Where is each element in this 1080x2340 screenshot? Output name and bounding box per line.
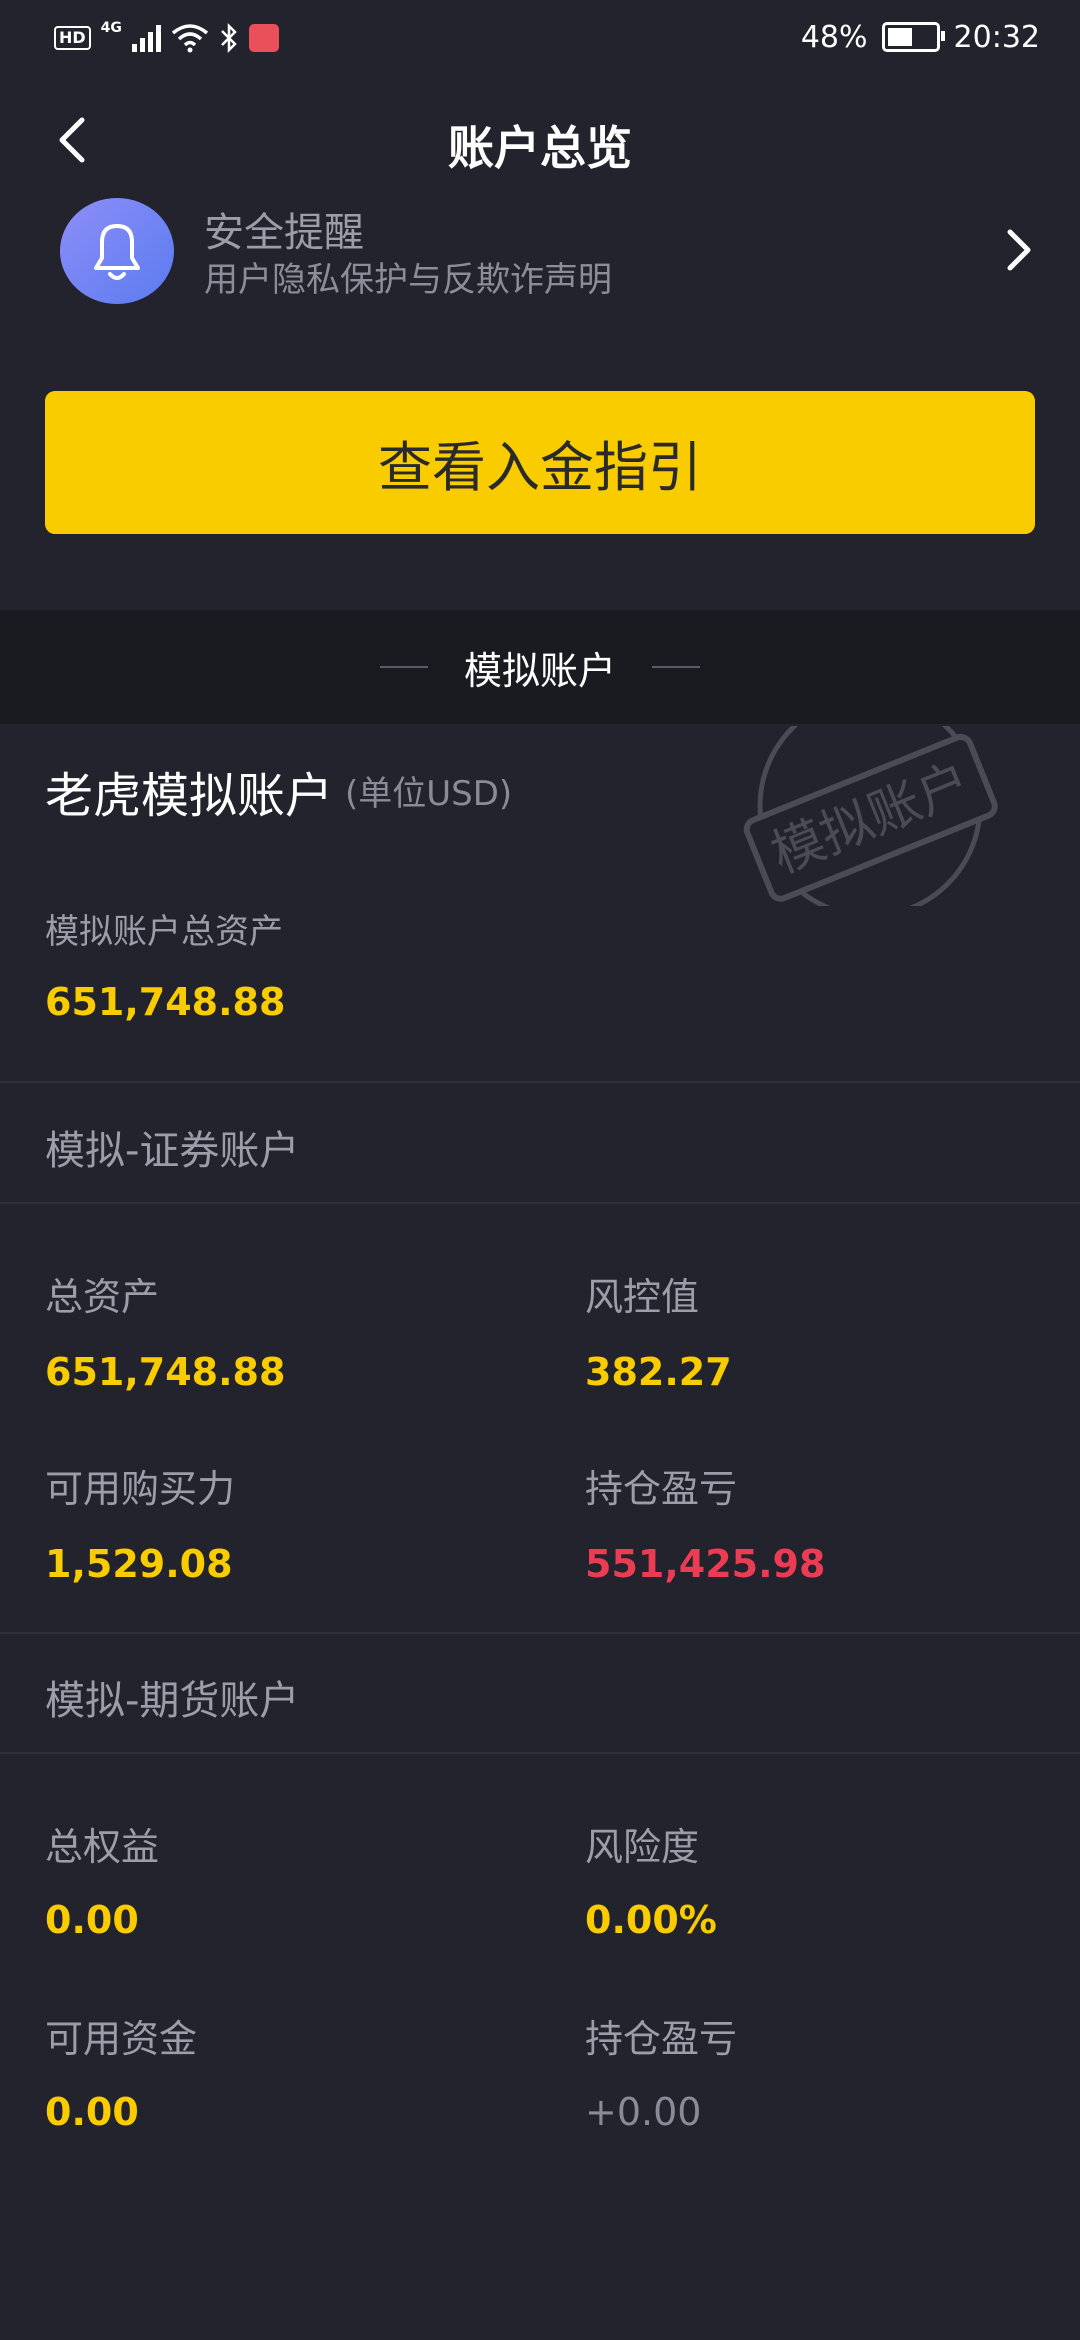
sec-pnl-label: 持仓盈亏 bbox=[585, 1467, 738, 1511]
security-notice-row[interactable]: 安全提醒 用户隐私保护与反欺诈声明 bbox=[0, 198, 1080, 304]
fut-pnl-label: 持仓盈亏 bbox=[585, 2017, 738, 2061]
section-label: 模拟账户 bbox=[463, 648, 616, 693]
total-assets-label: 模拟账户总资产 bbox=[45, 912, 283, 952]
status-icons-left: HD 4G bbox=[54, 18, 279, 58]
sec-risk-value: 382.27 bbox=[585, 1350, 732, 1394]
notice-title: 安全提醒 bbox=[204, 210, 364, 256]
page-title: 账户总览 bbox=[448, 121, 632, 175]
bell-icon bbox=[60, 198, 174, 304]
fut-funds-label: 可用资金 bbox=[45, 2017, 198, 2061]
fut-funds-value: 0.00 bbox=[45, 2090, 139, 2134]
fut-pnl-value: +0.00 bbox=[585, 2090, 702, 2134]
futures-account-header[interactable]: 模拟-期货账户 bbox=[45, 1668, 299, 1726]
divider-line bbox=[379, 666, 428, 668]
total-assets-value: 651,748.88 bbox=[45, 980, 286, 1024]
bluetooth-icon bbox=[221, 22, 237, 54]
fut-risk-value: 0.00% bbox=[585, 1898, 717, 1942]
divider bbox=[0, 1202, 1080, 1204]
hd-indicator: HD bbox=[54, 26, 91, 50]
sec-buying-power-label: 可用购买力 bbox=[45, 1467, 236, 1511]
app-notification-icon bbox=[248, 24, 279, 52]
wifi-icon bbox=[171, 24, 209, 53]
status-bar: HD 4G 48% 20:32 bbox=[0, 0, 1080, 76]
clock: 20:32 bbox=[953, 19, 1040, 55]
section-divider-simulated: 模拟账户 bbox=[0, 610, 1080, 724]
fut-equity-value: 0.00 bbox=[45, 1898, 139, 1942]
fut-risk-label: 风险度 bbox=[585, 1825, 700, 1869]
chevron-right-icon bbox=[1007, 229, 1031, 271]
simulated-stamp-watermark: 模拟账户 bbox=[743, 726, 998, 906]
network-type: 4G bbox=[100, 20, 122, 36]
sec-pnl-value: 551,425.98 bbox=[585, 1542, 826, 1586]
signal-icon bbox=[131, 24, 161, 52]
divider bbox=[0, 1081, 1080, 1083]
account-unit: (单位USD) bbox=[345, 774, 513, 814]
nav-header: 账户总览 bbox=[0, 76, 1080, 206]
sec-buying-power-value: 1,529.08 bbox=[45, 1542, 233, 1586]
divider-line bbox=[652, 666, 700, 668]
status-icons-right: 48% 20:32 bbox=[801, 14, 1040, 60]
notice-subtitle: 用户隐私保护与反欺诈声明 bbox=[204, 260, 612, 300]
battery-percent: 48% bbox=[800, 19, 868, 55]
sec-total-assets-value: 651,748.88 bbox=[45, 1350, 286, 1394]
sec-total-assets-label: 总资产 bbox=[45, 1275, 160, 1319]
fut-equity-label: 总权益 bbox=[45, 1825, 160, 1869]
divider bbox=[0, 1752, 1080, 1754]
securities-account-header[interactable]: 模拟-证券账户 bbox=[45, 1118, 299, 1176]
divider bbox=[0, 1632, 1080, 1634]
account-title: 老虎模拟账户 bbox=[45, 768, 334, 824]
sec-risk-label: 风控值 bbox=[585, 1275, 700, 1319]
deposit-guide-button[interactable]: 查看入金指引 bbox=[45, 391, 1035, 534]
battery-icon bbox=[881, 22, 945, 52]
